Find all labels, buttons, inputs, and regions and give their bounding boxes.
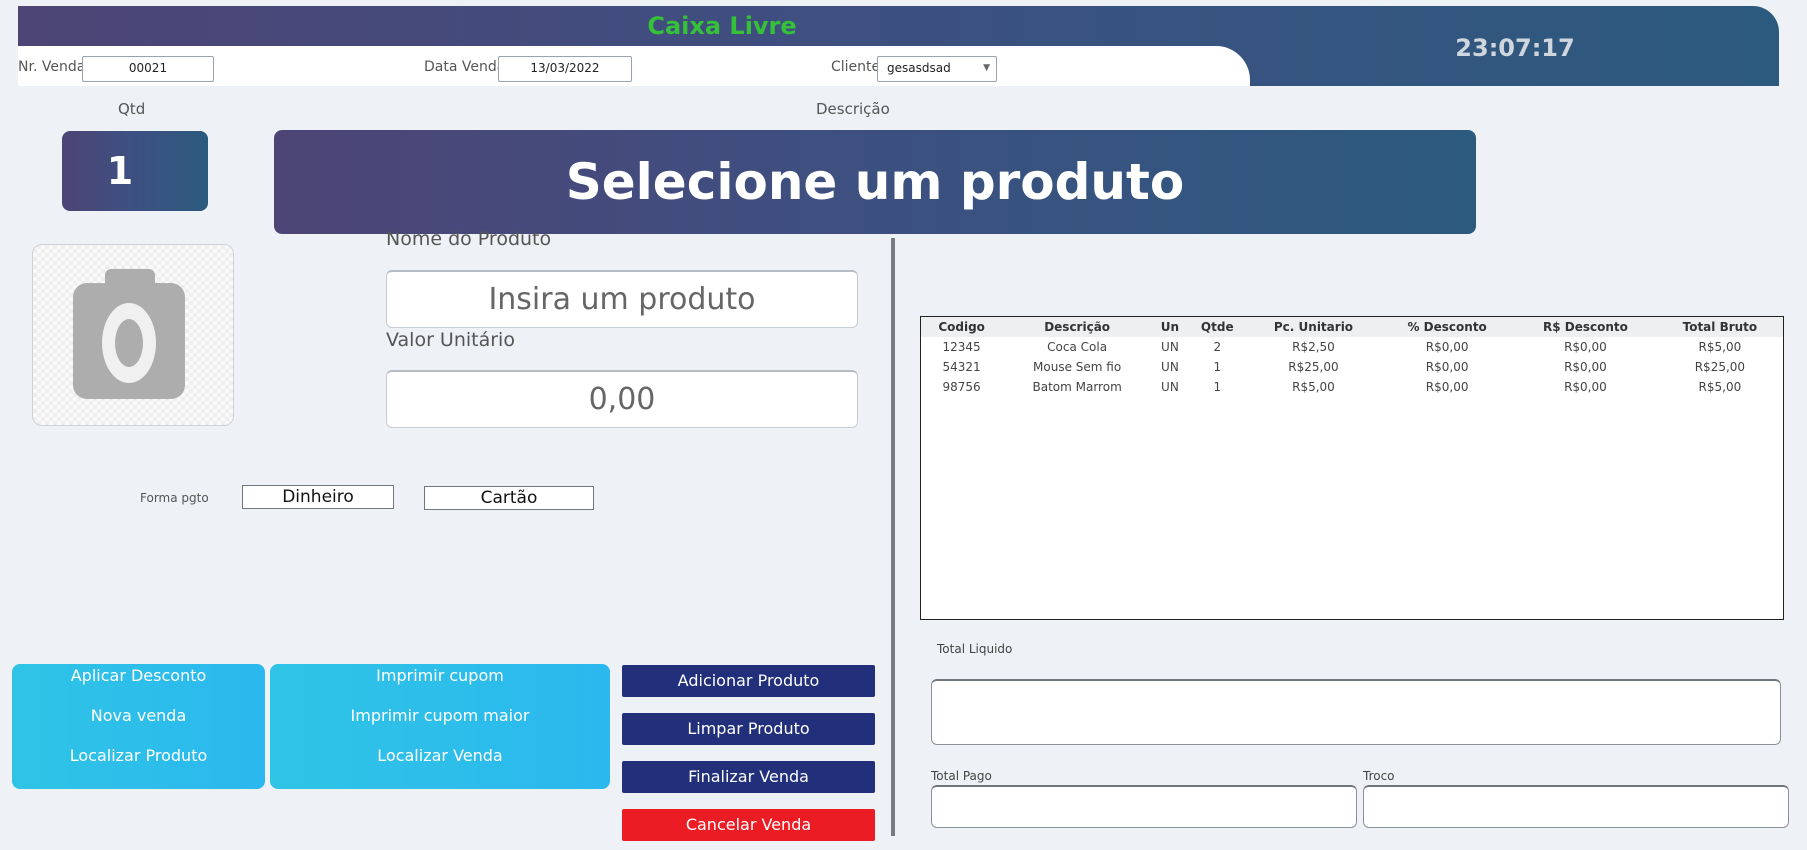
cell: R$25,00 [1694, 360, 1746, 374]
cell: 1 [1213, 360, 1222, 374]
troco-field[interactable] [1363, 785, 1789, 828]
col-pc-unitario[interactable]: Pc. Unitario [1246, 317, 1381, 337]
cell: UN [1161, 360, 1179, 374]
qtd-field[interactable]: 1 [62, 131, 208, 211]
cell: 1 [1213, 380, 1222, 394]
cell: R$0,00 [1564, 340, 1607, 354]
col-pct-desconto[interactable]: % Desconto [1380, 317, 1515, 337]
imprimir-cupom-maior-button[interactable]: Imprimir cupom maior [270, 706, 610, 725]
descricao-banner[interactable]: Selecione um produto [274, 130, 1476, 234]
qtd-label: Qtd [118, 100, 146, 118]
total-pago-label: Total Pago [931, 769, 992, 783]
cell: R$2,50 [1292, 340, 1335, 354]
cell: R$5,00 [1292, 380, 1335, 394]
col-qtde[interactable]: Qtde [1187, 317, 1247, 337]
nr-venda-field[interactable]: 00021 [82, 56, 214, 82]
items-table: Codigo Descrição Un Qtde Pc. Unitario % … [921, 317, 1783, 397]
localizar-produto-button[interactable]: Localizar Produto [12, 746, 265, 765]
cell: R$25,00 [1288, 360, 1339, 374]
cell: 2 [1213, 340, 1222, 354]
troco-label: Troco [1363, 769, 1395, 783]
table-row[interactable]: 12345 Coca Cola UN 2 R$2,50 R$0,00 R$0,0… [921, 337, 1783, 357]
cell: R$0,00 [1564, 360, 1607, 374]
col-codigo[interactable]: Codigo [921, 317, 1003, 337]
cliente-value: gesasdsad [887, 61, 951, 75]
cell: Batom Marrom [1032, 380, 1122, 394]
valor-unitario-field[interactable]: 0,00 [386, 370, 858, 428]
valor-unitario-label: Valor Unitário [386, 329, 515, 351]
cell: UN [1161, 380, 1179, 394]
col-rs-desconto[interactable]: R$ Desconto [1514, 317, 1657, 337]
vertical-divider [891, 238, 895, 836]
data-venda-field[interactable]: 13/03/2022 [498, 56, 632, 82]
cell: 54321 [942, 360, 981, 374]
total-liquido-label: Total Liquido [937, 642, 1013, 656]
col-un[interactable]: Un [1152, 317, 1188, 337]
table-row[interactable]: 98756 Batom Marrom UN 1 R$5,00 R$0,00 R$… [921, 377, 1783, 397]
camera-icon [73, 269, 185, 399]
nome-produto-field[interactable]: Insira um produto [386, 270, 858, 328]
nome-produto-label: Nome do Produto [386, 228, 552, 250]
total-liquido-field[interactable] [931, 679, 1781, 745]
chevron-down-icon: ▼ [983, 63, 990, 73]
clock: 23:07:17 [1455, 34, 1575, 62]
menu-right: Imprimir cupom Imprimir cupom maior Loca… [270, 664, 610, 789]
col-descricao[interactable]: Descrição [1002, 317, 1153, 337]
nova-venda-button[interactable]: Nova venda [12, 706, 265, 725]
app-title: Caixa Livre [647, 12, 797, 40]
cell: 98756 [942, 380, 981, 394]
payment-cartao-button[interactable]: Cartão [424, 486, 594, 510]
cell: Mouse Sem fio [1033, 360, 1122, 374]
nr-venda-label: Nr. Venda: [18, 59, 91, 75]
descricao-label: Descrição [816, 100, 890, 118]
finalizar-venda-button[interactable]: Finalizar Venda [622, 761, 875, 793]
cell: R$5,00 [1698, 380, 1742, 394]
table-header-row: Codigo Descrição Un Qtde Pc. Unitario % … [921, 317, 1783, 337]
forma-pgto-label: Forma pgto [140, 491, 209, 505]
limpar-produto-button[interactable]: Limpar Produto [622, 713, 875, 745]
cell: Coca Cola [1047, 340, 1108, 354]
cell: 12345 [942, 340, 981, 354]
cell: R$5,00 [1698, 340, 1742, 354]
localizar-venda-button[interactable]: Localizar Venda [270, 746, 610, 765]
cell: UN [1161, 340, 1179, 354]
payment-dinheiro-button[interactable]: Dinheiro [242, 485, 394, 509]
cliente-select[interactable]: gesasdsad ▼ [877, 56, 997, 82]
imprimir-cupom-button[interactable]: Imprimir cupom [270, 666, 610, 685]
items-table-container[interactable]: Codigo Descrição Un Qtde Pc. Unitario % … [920, 316, 1784, 620]
cell: R$0,00 [1425, 360, 1469, 374]
table-row[interactable]: 54321 Mouse Sem fio UN 1 R$25,00 R$0,00 … [921, 357, 1783, 377]
col-total-bruto[interactable]: Total Bruto [1656, 317, 1783, 337]
product-photo [32, 244, 234, 426]
cancelar-venda-button[interactable]: Cancelar Venda [622, 809, 875, 841]
adicionar-produto-button[interactable]: Adicionar Produto [622, 665, 875, 697]
menu-left: Aplicar Desconto Nova venda Localizar Pr… [12, 664, 265, 789]
aplicar-desconto-button[interactable]: Aplicar Desconto [12, 666, 265, 685]
total-pago-field[interactable] [931, 785, 1357, 828]
cell: R$0,00 [1425, 340, 1469, 354]
cell: R$0,00 [1425, 380, 1469, 394]
cell: R$0,00 [1564, 380, 1607, 394]
